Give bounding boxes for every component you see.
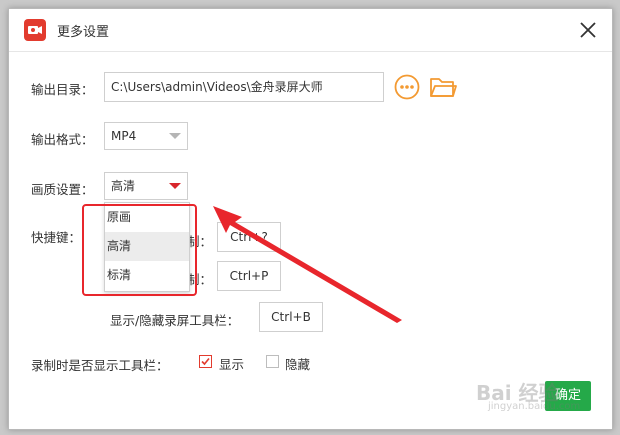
- annotation-arrow: [213, 206, 402, 323]
- watermark-url: jingyan.baidu.com: [488, 401, 581, 412]
- settings-dialog: 更多设置 输出目录： C:\Users\admin\Videos\金舟录屏大师 …: [8, 8, 613, 430]
